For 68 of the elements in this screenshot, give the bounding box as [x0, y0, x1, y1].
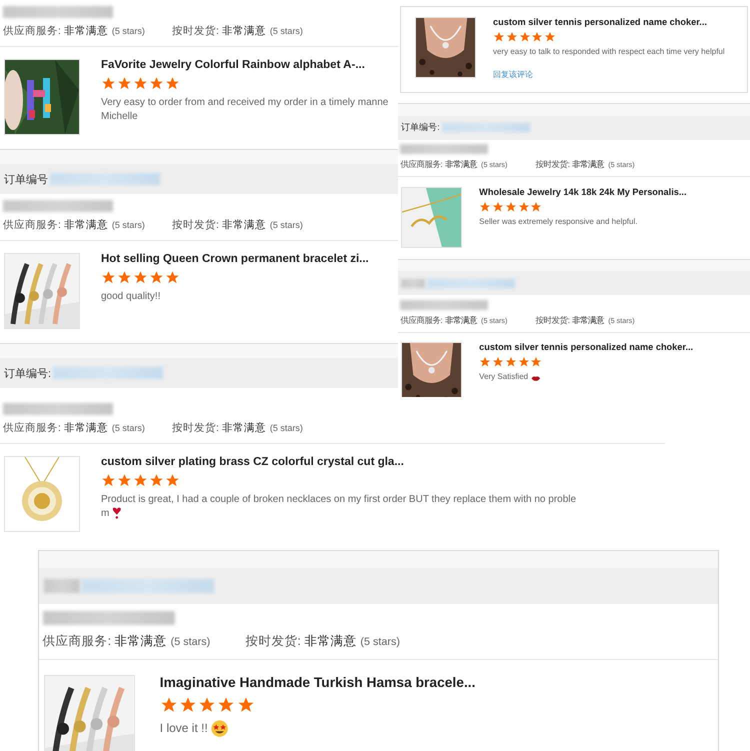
- star-icon: [117, 270, 132, 285]
- rating-text: 按时发货: 非常满意 (5 stars): [172, 24, 304, 38]
- star-icon: [149, 473, 164, 488]
- star-icon: [492, 30, 505, 43]
- star-icon: [117, 473, 132, 488]
- review-text: m: [101, 506, 110, 520]
- lips-icon: [531, 374, 541, 382]
- star-icon: [133, 473, 148, 488]
- heart-exclamation-icon: [112, 507, 122, 520]
- product-title[interactable]: FaVorite Jewelry Colorful Rainbow alphabet A-...: [101, 59, 388, 71]
- star-icon: [149, 270, 164, 285]
- star-icon: [160, 696, 178, 714]
- star-icon: [101, 76, 116, 91]
- rating-text: 供应商服务: 非常满意 (5 stars): [3, 421, 146, 435]
- star-icon: [178, 696, 197, 714]
- rating-text: 按时发货: 非常满意 (5 stars): [172, 421, 304, 435]
- star-icon: [165, 76, 180, 91]
- review-text: Michelle: [101, 110, 138, 123]
- blurred-text: [44, 578, 80, 593]
- star-icon: [101, 270, 116, 285]
- rating-text: 供应商服务: 非常满意 (5 stars): [42, 632, 212, 650]
- review-text: very easy to talk to responded with respect each time very helpful: [492, 46, 725, 58]
- star-icon: [236, 696, 255, 714]
- review-text: Seller was extremely responsive and helpful.: [479, 216, 638, 228]
- star-icon: [217, 696, 236, 714]
- order-number-label: 订单编号:: [4, 366, 52, 380]
- star-icon: [165, 473, 180, 488]
- star-icon: [492, 200, 504, 213]
- order-number-label: 订单编号: [4, 172, 48, 186]
- product-title[interactable]: Wholesale Jewelry 14k 18k 24k My Personalis...: [479, 186, 687, 197]
- review-text: Very Satisfied: [479, 372, 528, 384]
- star-icon: [165, 270, 180, 285]
- star-icon: [479, 356, 492, 368]
- rating-text: 供应商服务: 非常满意 (5 stars): [3, 218, 146, 232]
- star-icon: [492, 356, 504, 368]
- star-icon: [506, 30, 518, 43]
- rating-text: 供应商服务: 非常满意 (5 stars): [3, 24, 146, 38]
- product-title[interactable]: custom silver tennis personalized name choker...: [492, 16, 725, 27]
- star-icon: [479, 200, 492, 213]
- star-icon: [518, 30, 531, 43]
- star-icon: [504, 200, 517, 213]
- star-icon: [530, 200, 542, 213]
- rating-text: 按时发货: 非常满意 (5 stars): [245, 632, 401, 650]
- review-text: good quality!!: [101, 290, 160, 304]
- star-icon: [518, 200, 530, 213]
- review-text: Very easy to order from and received my order in a timely manne: [101, 96, 388, 110]
- star-icon: [101, 473, 116, 488]
- star-icon: [133, 76, 148, 91]
- star-icon: [149, 76, 164, 91]
- star-icon: [530, 356, 542, 368]
- rating-text: 按时发货: 非常满意 (5 stars): [172, 218, 304, 232]
- star-icon: [504, 356, 517, 368]
- product-title[interactable]: Imaginative Handmade Turkish Hamsa bracele...: [160, 674, 476, 690]
- star-icon: [544, 30, 556, 43]
- star-icon: [518, 356, 530, 368]
- order-number-label: 订单编号:: [401, 122, 440, 134]
- review-text: Product is great, I had a couple of broken necklaces on my first order BUT they replace them with no proble: [101, 493, 576, 506]
- product-title[interactable]: custom silver tennis personalized name choker...: [479, 342, 694, 352]
- review-text: I love it !!: [160, 720, 208, 736]
- star-struck-face-icon: [210, 720, 228, 737]
- blurred-text: [401, 278, 426, 288]
- star-icon: [531, 30, 544, 43]
- star-icon: [133, 270, 148, 285]
- product-title[interactable]: custom silver plating brass CZ colorful crystal cut gla...: [101, 456, 576, 468]
- reply-link[interactable]: 回复该评论: [492, 69, 725, 80]
- product-title[interactable]: Hot selling Queen Crown permanent bracelet zi...: [101, 253, 369, 265]
- star-icon: [198, 696, 216, 714]
- star-icon: [117, 76, 132, 91]
